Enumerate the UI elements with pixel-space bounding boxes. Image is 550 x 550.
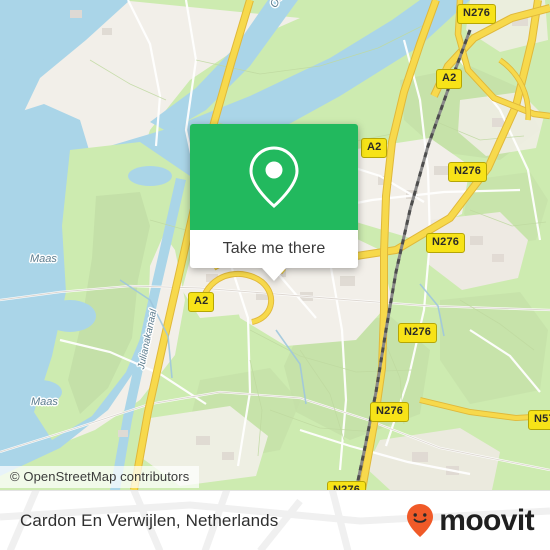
road-shield-n276[interactable]: N276	[457, 4, 497, 24]
location-title: Cardon En Verwijlen, Netherlands	[20, 510, 279, 530]
road-shield-n276[interactable]: N276	[327, 481, 367, 490]
road-shield-a2[interactable]: A2	[361, 138, 388, 158]
osm-attribution[interactable]: © OpenStreetMap contributors	[0, 466, 200, 488]
popup-pointer-tail	[262, 268, 286, 281]
road-shield-n276[interactable]: N276	[426, 233, 466, 253]
moovit-brand[interactable]: moovit	[405, 503, 535, 539]
take-me-there-label: Take me there	[222, 240, 326, 257]
moovit-wordmark: moovit	[439, 503, 534, 537]
location-popup-card[interactable]: Take me there	[190, 124, 358, 281]
popup-header	[190, 124, 358, 230]
road-shield-a2[interactable]: A2	[188, 292, 215, 312]
road-shield-n57[interactable]: N57	[528, 410, 550, 430]
road-shield-n276[interactable]: N276	[398, 323, 438, 343]
footer-bar: Cardon En Verwijlen, Netherlands moovit	[0, 490, 550, 550]
map-screen: Oude Maas Maas Maas Julianakanaal N276 A…	[0, 0, 550, 550]
map-viewport[interactable]: Oude Maas Maas Maas Julianakanaal N276 A…	[0, 0, 550, 490]
road-shield-a2[interactable]: A2	[436, 69, 463, 89]
moovit-smiley-pin-icon	[407, 503, 434, 537]
map-pin-icon	[249, 146, 299, 208]
popup-footer[interactable]: Take me there	[190, 230, 358, 268]
road-shield-n276[interactable]: N276	[448, 162, 488, 182]
road-shield-n276[interactable]: N276	[370, 402, 410, 422]
